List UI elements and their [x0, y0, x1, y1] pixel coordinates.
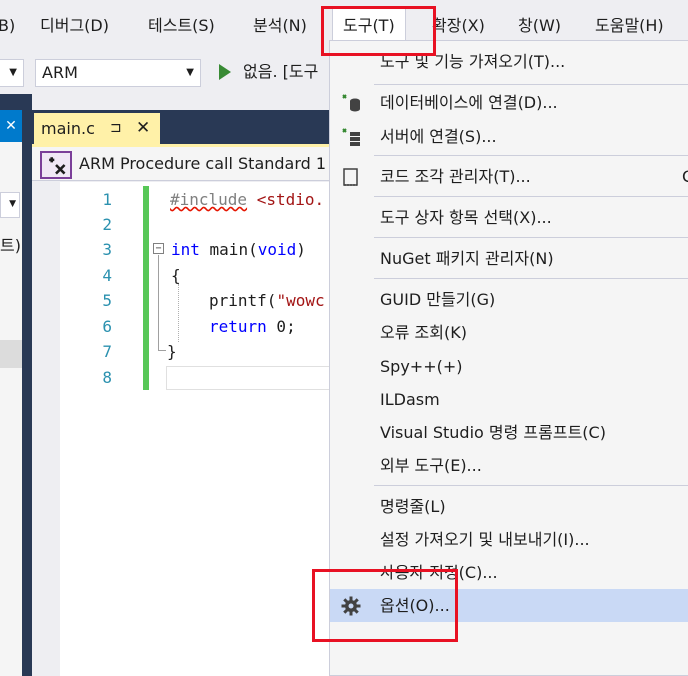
chevron-down-icon: ▼: [9, 199, 16, 209]
menu-analyze[interactable]: 분석(N): [253, 10, 307, 42]
code-line-6: return 0;: [209, 314, 296, 339]
tab-main-c[interactable]: main.c ⊐ ✕: [34, 113, 160, 144]
include-directive: #include: [170, 190, 248, 209]
fold-guide-end: [158, 350, 166, 351]
menu-item-label: 설정 가져오기 및 내보내기(I)...: [380, 530, 590, 549]
solution-pane-combo[interactable]: ▼: [0, 192, 20, 218]
menu-debug[interactable]: 디버그(D): [40, 10, 109, 42]
keyword-void: void: [257, 240, 297, 259]
nav-scope-label[interactable]: ARM Procedure call Standard 1: [79, 152, 326, 176]
play-icon[interactable]: [217, 60, 233, 84]
line-number: 2: [102, 215, 112, 234]
close-icon[interactable]: ✕: [136, 113, 150, 144]
printf-call: printf(: [209, 291, 277, 310]
menu-item-ildasm[interactable]: ILDasm: [330, 383, 688, 416]
run-target-label[interactable]: 없음. [도구: [243, 59, 318, 85]
close-icon[interactable]: ✕: [5, 118, 17, 134]
menu-test[interactable]: 테스트(S): [148, 10, 215, 42]
solution-pane-header: ✕: [0, 110, 22, 142]
menu-item-label: 명령줄(L): [380, 497, 446, 516]
highlight-box-tools-menu: [321, 6, 436, 56]
line-number: 3: [102, 240, 112, 259]
solution-pane-selected-row[interactable]: [0, 340, 22, 368]
keyword-return: return: [209, 317, 267, 336]
menu-item-label: ILDasm: [380, 390, 440, 409]
platform-combo[interactable]: ARM ▼: [35, 59, 201, 87]
database-connect-icon: [342, 94, 360, 112]
editor-margin: [32, 182, 60, 676]
menu-item-error-lookup[interactable]: 오류 조회(K): [330, 316, 688, 349]
code-line-5: printf("wowc: [209, 288, 325, 313]
collapse-icon[interactable]: −: [153, 243, 164, 254]
line-number: 5: [102, 291, 112, 310]
main-signature: main(: [199, 240, 258, 259]
keyword-int: int: [171, 240, 200, 259]
menu-item-connect-database[interactable]: 데이터베이스에 연결(D)...: [330, 86, 688, 119]
menu-item-label: 서버에 연결(S)...: [380, 127, 497, 146]
menu-item-label: Spy++(+): [380, 357, 463, 376]
change-tracking-bar: [143, 186, 149, 390]
menu-item-command-line[interactable]: 명령줄(L): [330, 490, 688, 523]
menu-window[interactable]: 창(W): [518, 10, 561, 42]
menu-extensions[interactable]: 확장(X): [432, 10, 485, 42]
chevron-down-icon: ▼: [186, 67, 194, 78]
platform-value: ARM: [42, 63, 78, 82]
menu-separator: [374, 84, 688, 85]
include-target: <stdio.: [247, 190, 325, 209]
pin-icon[interactable]: ⊐: [110, 113, 122, 144]
project-icon: [40, 151, 72, 179]
menu-item-label: 코드 조각 관리자(T)...: [380, 167, 531, 186]
current-line-highlight: [166, 366, 332, 390]
menu-item-label: 도구 상자 항목 선택(X)...: [380, 208, 552, 227]
menu-item-code-snippets-manager[interactable]: 코드 조각 관리자(T)... C: [330, 160, 688, 193]
menu-item-shortcut: C: [682, 167, 688, 186]
configuration-combo[interactable]: ▼: [0, 59, 24, 87]
return-value: 0;: [266, 317, 296, 336]
line-number: 8: [102, 368, 112, 387]
menu-item-create-guid[interactable]: GUID 만들기(G): [330, 283, 688, 316]
code-snippet-icon: [343, 168, 358, 186]
menu-separator: [374, 278, 688, 279]
solution-pane-text: 트): [0, 236, 21, 255]
line-number: 7: [102, 342, 112, 361]
menu-help[interactable]: 도움말(H): [595, 10, 664, 42]
highlight-box-options: [312, 569, 458, 642]
menu-item-label: NuGet 패키지 관리자(N): [380, 249, 554, 268]
code-line-3: int main(void): [171, 237, 306, 262]
indent-guide: [178, 284, 179, 342]
tab-label: main.c: [41, 119, 95, 138]
menu-item-vs-command-prompt[interactable]: Visual Studio 명령 프롬프트(C): [330, 416, 688, 449]
menu-item-connect-server[interactable]: 서버에 연결(S)...: [330, 120, 688, 153]
line-number: 1: [102, 190, 112, 209]
menu-item-label: 오류 조회(K): [380, 323, 467, 342]
menu-item-label: GUID 만들기(G): [380, 290, 496, 309]
code-line-1: #include <stdio.: [170, 187, 324, 212]
server-connect-icon: [342, 128, 360, 146]
printf-string: "wowc: [276, 291, 325, 310]
menu-item-spy-plus-plus[interactable]: Spy++(+): [330, 350, 688, 383]
menu-item-import-export-settings[interactable]: 설정 가져오기 및 내보내기(I)...: [330, 523, 688, 556]
line-number: 4: [102, 266, 112, 285]
menu-item-label: Visual Studio 명령 프롬프트(C): [380, 423, 606, 442]
menu-separator: [374, 155, 688, 156]
code-line-7: }: [167, 342, 177, 361]
menu-separator: [374, 485, 688, 486]
menu-build[interactable]: B): [0, 10, 15, 42]
fold-guide: [158, 255, 159, 351]
paren-close: ): [296, 240, 306, 259]
menu-item-choose-toolbox-items[interactable]: 도구 상자 항목 선택(X)...: [330, 201, 688, 234]
chevron-down-icon: ▼: [9, 67, 17, 78]
solution-explorer-pane: [0, 142, 22, 676]
menu-item-label: 외부 도구(E)...: [380, 456, 482, 475]
menu-item-nuget-manager[interactable]: NuGet 패키지 관리자(N): [330, 242, 688, 275]
code-line-4: {: [171, 266, 181, 285]
line-number: 6: [102, 317, 112, 336]
menu-separator: [374, 237, 688, 238]
menu-separator: [374, 196, 688, 197]
menu-item-label: 데이터베이스에 연결(D)...: [380, 93, 558, 112]
menu-item-external-tools[interactable]: 외부 도구(E)...: [330, 449, 688, 482]
